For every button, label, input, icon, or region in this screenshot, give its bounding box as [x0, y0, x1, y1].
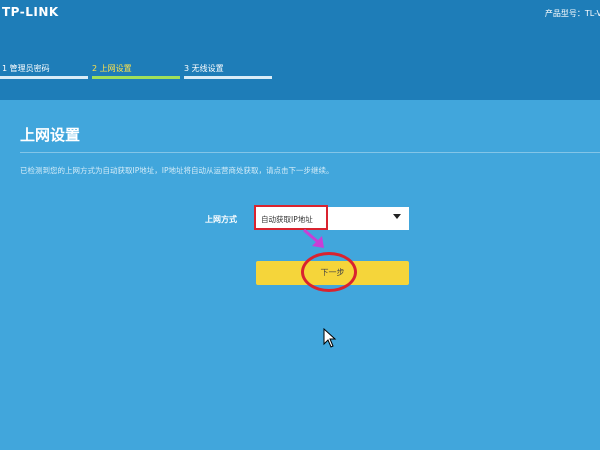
- tp-link-logo: TP-LINK: [2, 5, 59, 19]
- connection-type-label: 上网方式: [205, 215, 237, 224]
- step-internet-settings: 2 上网设置: [92, 64, 132, 73]
- page-title: 上网设置: [20, 126, 81, 144]
- step-admin-password: 1 管理员密码: [2, 64, 50, 73]
- dropdown-arrow-icon: [393, 214, 401, 219]
- step-internet-settings-bar: [92, 76, 180, 79]
- step-wireless-settings: 3 无线设置: [184, 64, 224, 73]
- step-admin-password-bar: [0, 76, 88, 79]
- top-bar: TP-LINK 产品型号：TL-V 1 管理员密码 2 上网设置 3 无线设置: [0, 0, 600, 100]
- annotation-red-rectangle: [254, 205, 328, 230]
- annotation-arrow-icon: [303, 228, 324, 248]
- title-divider: [20, 152, 600, 153]
- step-wireless-settings-bar: [184, 76, 272, 79]
- product-model-label: 产品型号：TL-V: [544, 9, 600, 18]
- mouse-cursor-icon: [323, 328, 337, 348]
- annotation-red-circle: [301, 252, 357, 292]
- description-text: 已检测到您的上网方式为自动获取IP地址，IP地址将自动从运营商处获取，请点击下一…: [20, 166, 334, 175]
